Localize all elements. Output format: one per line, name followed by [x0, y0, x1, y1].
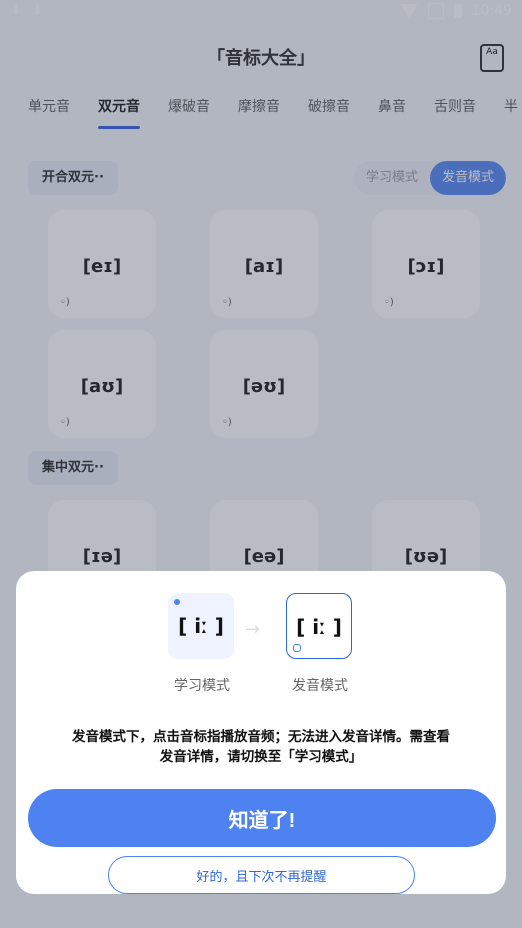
- mode-tip-dialog: [ iː ] → [ iː ] 学习模式 发音模式 发音模式下，点击音标指播放音…: [16, 571, 506, 894]
- speaker-dot-icon: [293, 644, 301, 652]
- dont-remind-button[interactable]: 好的，且下次不再提醒: [108, 856, 415, 894]
- arrow-right-icon: →: [245, 619, 261, 640]
- sound-mode-demo: [ iː ]: [286, 593, 352, 659]
- active-dot-icon: [174, 599, 180, 605]
- got-it-button[interactable]: 知道了!: [28, 789, 496, 847]
- learn-mode-label: 学习模式: [174, 678, 230, 694]
- learn-mode-demo: [ iː ]: [168, 593, 234, 659]
- dialog-description: 发音模式下，点击音标指播放音频；无法进入发音详情。需查看 发音详情，请切换至「学…: [72, 729, 450, 765]
- sound-mode-label: 发音模式: [292, 678, 348, 694]
